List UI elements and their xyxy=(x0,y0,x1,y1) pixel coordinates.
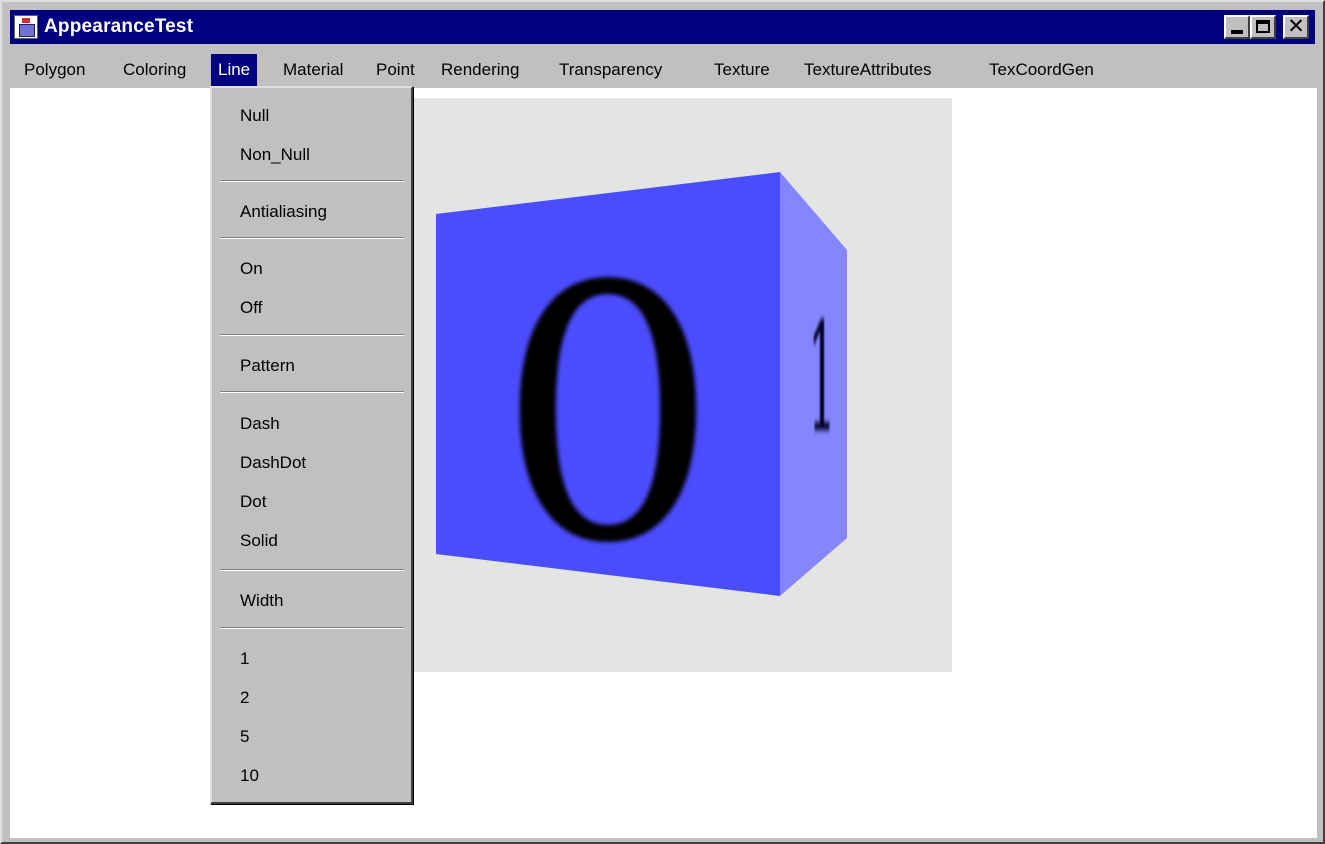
maximize-button[interactable] xyxy=(1250,15,1276,39)
menu-item-off[interactable]: Off xyxy=(240,298,262,318)
menu-separator xyxy=(220,334,404,336)
menu-transparency[interactable]: Transparency xyxy=(552,54,669,86)
minimize-icon xyxy=(1231,30,1243,34)
menu-material[interactable]: Material xyxy=(276,54,350,86)
menu-item-width-10[interactable]: 10 xyxy=(240,766,259,786)
minimize-button[interactable] xyxy=(1224,15,1250,39)
menu-item-dash[interactable]: Dash xyxy=(240,414,280,434)
menu-item-pattern[interactable]: Pattern xyxy=(240,356,295,376)
front-face-glyph: 0 xyxy=(497,212,720,620)
menu-separator xyxy=(220,627,404,629)
menu-point[interactable]: Point xyxy=(369,54,422,86)
menu-item-solid[interactable]: Solid xyxy=(240,531,278,551)
menu-rendering[interactable]: Rendering xyxy=(434,54,526,86)
close-icon: ✕ xyxy=(1287,14,1305,38)
menu-item-non-null[interactable]: Non_Null xyxy=(240,145,310,165)
java-cup-icon[interactable] xyxy=(14,15,38,39)
close-button[interactable]: ✕ xyxy=(1283,15,1309,39)
menu-item-on[interactable]: On xyxy=(240,259,263,279)
menu-item-width-2[interactable]: 2 xyxy=(240,688,249,708)
line-menu-dropdown: Null Non_Null Antialiasing On Off Patter… xyxy=(210,86,413,804)
menu-separator xyxy=(220,237,404,239)
steam-shape xyxy=(22,18,30,23)
menu-separator xyxy=(220,569,404,571)
menu-texture[interactable]: Texture xyxy=(707,54,777,86)
menu-texcoordgen[interactable]: TexCoordGen xyxy=(982,54,1101,86)
menu-textureattributes[interactable]: TextureAttributes xyxy=(797,54,939,86)
window-title: AppearanceTest xyxy=(44,16,194,37)
menu-separator xyxy=(220,180,404,182)
menu-item-antialiasing[interactable]: Antialiasing xyxy=(240,202,327,222)
maximize-icon xyxy=(1256,20,1270,33)
menu-item-dashdot[interactable]: DashDot xyxy=(240,453,306,473)
app-window: AppearanceTest ✕ Polygon Coloring Line M… xyxy=(0,0,1325,844)
title-bar[interactable]: AppearanceTest ✕ xyxy=(10,10,1315,44)
menu-item-null[interactable]: Null xyxy=(240,106,269,126)
side-face-glyph-group: 1 xyxy=(809,291,836,465)
menu-item-dot[interactable]: Dot xyxy=(240,492,266,512)
menu-separator xyxy=(220,391,404,393)
content-area: 0 1 xyxy=(10,88,1317,838)
menu-coloring[interactable]: Coloring xyxy=(116,54,193,86)
menu-item-width-5[interactable]: 5 xyxy=(240,727,249,747)
menu-bar: Polygon Coloring Line Material Point Ren… xyxy=(10,54,1315,86)
side-face-glyph: 1 xyxy=(809,291,836,465)
menu-polygon[interactable]: Polygon xyxy=(17,54,92,86)
cup-shape xyxy=(19,24,35,37)
menu-line[interactable]: Line xyxy=(211,54,258,86)
menu-item-width-1[interactable]: 1 xyxy=(240,649,249,669)
menu-item-width[interactable]: Width xyxy=(240,591,283,611)
